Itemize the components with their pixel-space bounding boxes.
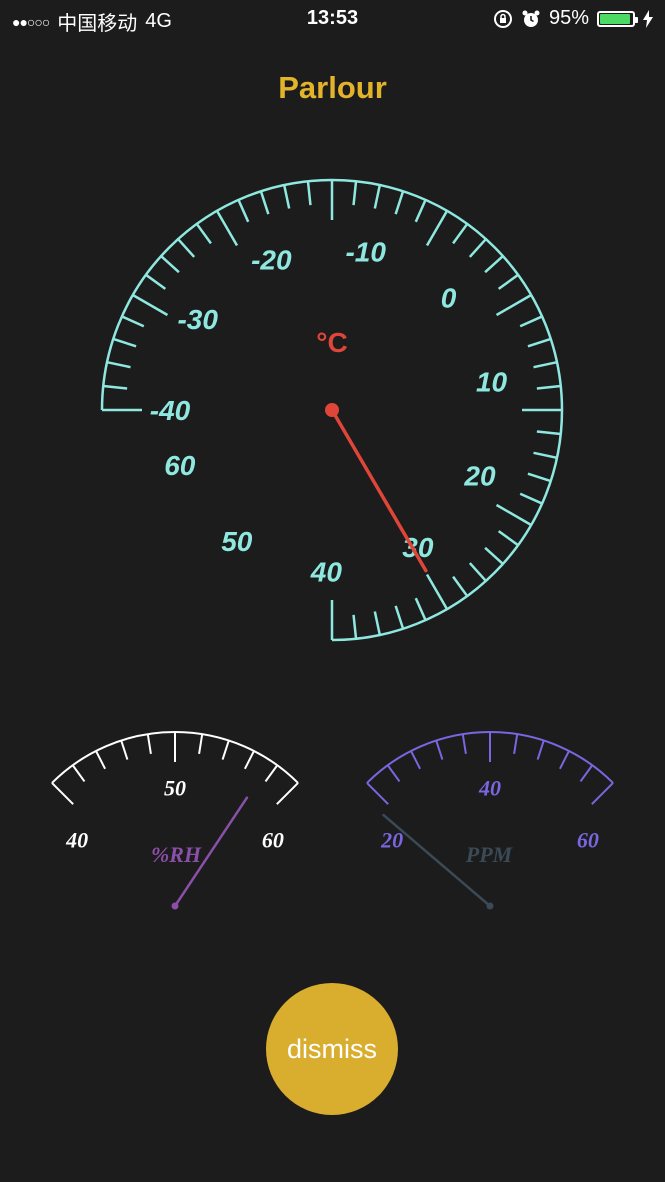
- ppm-gauge: 20 40 60 PPM: [366, 731, 614, 910]
- ppm-tick: [435, 740, 444, 760]
- ppm-label: 60: [577, 828, 599, 853]
- ppm-tick: [579, 764, 594, 782]
- ppm-label: 40: [478, 776, 501, 801]
- ppm-label: 20: [380, 828, 403, 853]
- ppm-unit: PPM: [465, 842, 514, 867]
- ppm-tick: [461, 733, 467, 755]
- ppm-tick: [591, 782, 614, 805]
- ppm-needle-hub: [486, 902, 494, 910]
- dismiss-button[interactable]: dismiss: [266, 983, 398, 1115]
- ppm-tick: [386, 764, 401, 782]
- ppm-tick: [559, 750, 570, 770]
- ppm-tick: [536, 740, 545, 760]
- ppm-tick: [410, 750, 421, 770]
- ppm-tick: [513, 733, 519, 755]
- ppm-tick: [366, 782, 389, 805]
